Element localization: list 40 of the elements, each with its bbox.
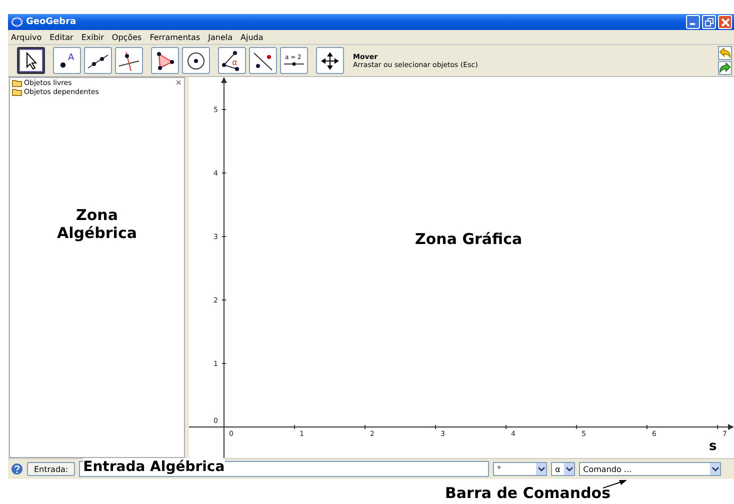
annotation-label: Entrada Algébrica [83, 458, 225, 476]
redo-button[interactable] [718, 61, 732, 75]
close-icon [720, 18, 730, 26]
annotation-label: Zona Gráfica [415, 230, 522, 248]
polygon-tool-button[interactable] [151, 47, 179, 74]
input-field[interactable]: Entrada Algébrica [79, 461, 490, 477]
reflect-tool-button[interactable] [249, 47, 277, 74]
restore-button[interactable] [702, 15, 716, 29]
menu-item[interactable]: Ferramentas [150, 32, 200, 42]
caret-icon [538, 466, 545, 472]
perpendicular-line-icon [117, 50, 141, 72]
symbol-dropdown[interactable]: ° [493, 462, 548, 476]
annotation-label: Zona Algébrica [56, 206, 138, 242]
circle-tool-button[interactable] [182, 47, 210, 74]
menu-item[interactable]: Exibir [81, 32, 104, 42]
menu-item[interactable]: Arquivo [11, 32, 42, 42]
menu-item[interactable]: Editar [50, 32, 74, 42]
input-label-button[interactable]: Entrada: [27, 462, 76, 476]
command-dropdown[interactable]: Comando ... [579, 462, 722, 476]
line-tool-button[interactable] [84, 47, 112, 74]
move-view-tool-button[interactable] [316, 47, 344, 74]
help-icon[interactable] [11, 463, 23, 475]
menu-item[interactable]: Janela [208, 32, 232, 42]
app-icon [11, 16, 23, 28]
annotation-label: Barra de Comandos [445, 484, 611, 502]
line-point-icon [251, 50, 275, 72]
caret-icon [566, 466, 573, 472]
close-icon[interactable]: × [175, 78, 182, 87]
corner-label: s [709, 439, 717, 454]
restore-icon [704, 18, 714, 26]
minimize-button[interactable] [686, 15, 700, 29]
menu-item[interactable]: Opções [112, 32, 142, 42]
move-tool-button[interactable] [17, 47, 45, 74]
close-button[interactable] [718, 15, 732, 29]
window-title: GeoGebra [26, 17, 76, 27]
menu-item[interactable]: Ajuda [240, 32, 264, 42]
undo-button[interactable] [718, 46, 732, 60]
greek-dropdown[interactable]: α [551, 462, 576, 476]
perpendicular-tool-button[interactable] [115, 47, 143, 74]
caret-icon [712, 466, 719, 472]
